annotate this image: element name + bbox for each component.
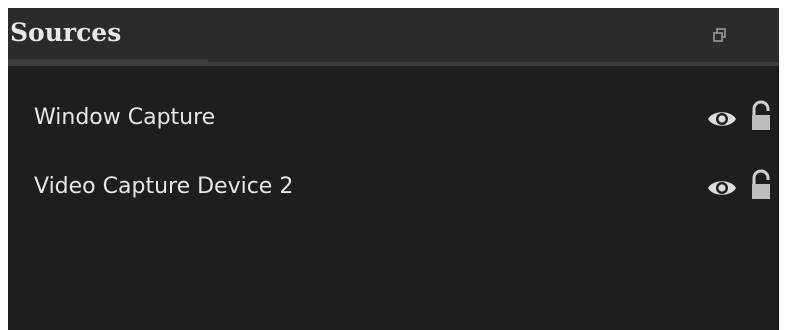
dock-tab[interactable]: Sources	[8, 8, 214, 62]
visibility-toggle[interactable]	[706, 176, 738, 200]
unlocked-padlock-icon	[752, 100, 770, 130]
source-label: Video Capture Device 2	[34, 174, 294, 199]
sources-dock: Sources Window Capture Video Capture Dev…	[8, 8, 779, 330]
float-dock-button[interactable]	[710, 26, 730, 46]
unlocked-padlock-icon	[752, 169, 770, 199]
eye-icon	[708, 112, 736, 126]
visibility-toggle[interactable]	[706, 107, 738, 131]
source-item-window-capture[interactable]: Window Capture	[8, 89, 779, 149]
eye-icon	[708, 181, 736, 195]
source-item-video-capture-device-2[interactable]: Video Capture Device 2	[8, 158, 779, 218]
float-dock-icon	[713, 28, 726, 42]
source-label: Window Capture	[34, 105, 216, 130]
dock-title: Sources	[10, 18, 122, 47]
screenshot-frame: Sources Window Capture Video Capture Dev…	[0, 0, 785, 330]
dock-title-bar: Sources	[8, 8, 779, 62]
lock-toggle[interactable]	[749, 169, 773, 201]
lock-toggle[interactable]	[749, 100, 773, 132]
sources-list[interactable]: Window Capture Video Capture Device 2	[8, 66, 779, 330]
